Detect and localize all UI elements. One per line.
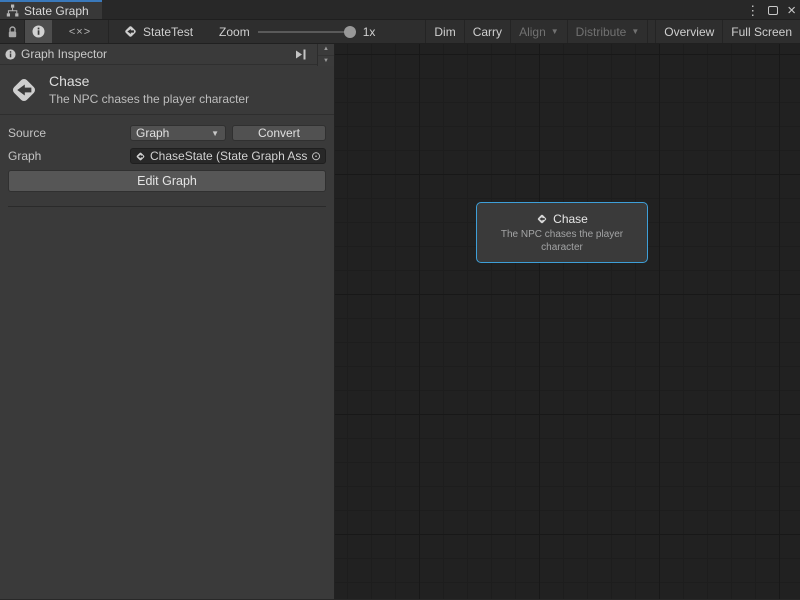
inspector-toggle-button[interactable] <box>25 20 52 43</box>
lock-icon <box>6 25 19 39</box>
lock-button[interactable] <box>0 20 24 43</box>
zoom-control: Zoom 1x <box>203 20 375 43</box>
zoom-slider-handle[interactable] <box>344 26 356 38</box>
inspector-header: Graph Inspector ▲ ▼ <box>0 44 334 65</box>
source-label: Source <box>8 126 130 140</box>
convert-button[interactable]: Convert <box>232 125 326 141</box>
chevron-down-icon: ▼ <box>631 27 639 36</box>
breadcrumb-label: StateTest <box>143 25 193 39</box>
graph-inspector-panel: Graph Inspector ▲ ▼ Chase Th <box>0 44 335 599</box>
maximize-button[interactable] <box>768 6 778 15</box>
object-picker-icon[interactable]: ⊙ <box>308 149 324 163</box>
dock-inspector-button[interactable] <box>291 48 311 61</box>
graph-canvas[interactable]: Chase The NPC chases the player characte… <box>335 44 800 599</box>
zoom-slider-track <box>258 31 355 33</box>
tab-state-graph[interactable]: State Graph <box>0 0 102 19</box>
scroll-up-button[interactable]: ▲ <box>318 44 334 56</box>
source-row: Source Graph ▼ Convert <box>8 124 326 142</box>
state-graph-icon <box>8 74 40 106</box>
inspector-title: Graph Inspector <box>21 47 286 61</box>
chase-state-node[interactable]: Chase The NPC chases the player characte… <box>476 202 648 263</box>
source-dropdown-value: Graph <box>136 126 169 140</box>
state-graph-icon <box>123 24 138 39</box>
info-icon <box>5 49 16 60</box>
inspector-fields: Source Graph ▼ Convert Graph <box>0 115 334 207</box>
source-dropdown[interactable]: Graph ▼ <box>130 125 226 141</box>
window-menu-icon[interactable]: ⋮ <box>746 4 759 17</box>
state-description: The NPC chases the player character <box>49 92 249 106</box>
zoom-value: 1x <box>363 25 376 39</box>
dim-button[interactable]: Dim <box>426 20 463 43</box>
carry-button[interactable]: Carry <box>465 20 510 43</box>
state-graph-icon <box>536 213 548 225</box>
zoom-label: Zoom <box>219 25 250 39</box>
overview-button[interactable]: Overview <box>656 20 722 43</box>
state-title: Chase <box>49 73 249 89</box>
graph-row: Graph ChaseState (State Graph Asset) ⊙ <box>8 147 326 165</box>
scroll-down-button[interactable]: ▼ <box>318 56 334 67</box>
dock-icon <box>294 48 308 61</box>
toolbar: <×> StateTest Zoom 1x Dim Carry Align ▼ … <box>0 20 800 44</box>
code-view-button[interactable]: <×> <box>52 20 108 43</box>
graph-label: Graph <box>8 149 130 163</box>
close-button[interactable]: × <box>787 3 796 18</box>
graph-object-field[interactable]: ChaseState (State Graph Asset) ⊙ <box>130 148 326 164</box>
distribute-dropdown-button[interactable]: Distribute ▼ <box>568 20 648 43</box>
node-description: The NPC chases the player character <box>487 228 637 254</box>
breadcrumb-statetest[interactable]: StateTest <box>109 20 203 43</box>
info-icon <box>32 25 45 38</box>
edit-graph-button[interactable]: Edit Graph <box>8 170 326 192</box>
inspector-scroll-strip: ▲ ▼ <box>317 44 334 66</box>
code-icon: <×> <box>69 26 91 38</box>
tab-label: State Graph <box>24 4 89 18</box>
graph-hierarchy-icon <box>6 4 19 17</box>
chevron-down-icon: ▼ <box>211 129 219 138</box>
inspector-empty-area <box>0 207 334 599</box>
align-dropdown-button[interactable]: Align ▼ <box>511 20 567 43</box>
state-header: Chase The NPC chases the player characte… <box>0 65 334 115</box>
zoom-slider[interactable] <box>258 25 355 39</box>
titlebar: State Graph ⋮ × <box>0 0 800 20</box>
state-graph-icon <box>135 151 146 162</box>
fullscreen-button[interactable]: Full Screen <box>723 20 800 43</box>
node-title: Chase <box>553 212 588 226</box>
graph-object-value: ChaseState (State Graph Asset) <box>150 149 307 163</box>
chevron-down-icon: ▼ <box>551 27 559 36</box>
